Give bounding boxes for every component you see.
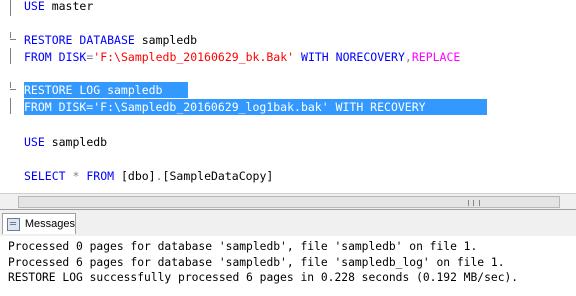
code-token: RESTORE bbox=[24, 33, 73, 47]
scrollbar-grip-icon bbox=[468, 200, 480, 206]
code-token: sampledb bbox=[134, 33, 198, 47]
message-line: Processed 0 pages for database 'sampledb… bbox=[8, 240, 478, 253]
results-tabbar: Messages bbox=[0, 209, 576, 237]
message-line: RESTORE LOG successfully processed 6 pag… bbox=[8, 271, 519, 284]
code-token: FROM bbox=[86, 169, 115, 183]
messages-pane[interactable]: Processed 0 pages for database 'sampledb… bbox=[0, 236, 576, 296]
code-token: sampledb bbox=[44, 135, 108, 149]
code-token: master bbox=[44, 0, 94, 13]
code-token: 'F:\Sampledb_20160629_bk.Bak' bbox=[93, 50, 295, 64]
code-token: . bbox=[155, 169, 163, 183]
outline-line bbox=[10, 0, 11, 16]
code-token: [SampleDataCopy] bbox=[162, 169, 274, 183]
tab-messages-label: Messages bbox=[24, 218, 75, 230]
code-token: WITH bbox=[301, 50, 329, 64]
message-line: Processed 6 pages for database 'sampledb… bbox=[8, 256, 505, 269]
code-token: RESTORE LOG sampledb bbox=[24, 83, 170, 97]
code-token: REPLACE bbox=[411, 50, 461, 64]
code-line-from-disk-log-selected[interactable]: FROM DISK='F:\Sampledb_20160629_log1bak.… bbox=[24, 99, 487, 115]
collapse-marker[interactable] bbox=[10, 82, 16, 98]
code-line-restore-db[interactable]: RESTORE DATABASE sampledb bbox=[24, 32, 197, 48]
outline-line bbox=[10, 98, 11, 114]
collapse-marker[interactable] bbox=[10, 32, 16, 48]
code-token: DATABASE bbox=[79, 33, 135, 47]
tab-messages[interactable]: Messages bbox=[2, 213, 76, 234]
code-token: FROM DISK='F:\Sampledb_20160629_log1bak.… bbox=[24, 100, 426, 114]
code-token: , bbox=[404, 50, 412, 64]
code-token: SELECT bbox=[24, 169, 66, 183]
code-token: USE bbox=[24, 135, 45, 149]
code-token: USE bbox=[24, 0, 45, 13]
code-token: [dbo] bbox=[114, 169, 156, 183]
code-line-select[interactable]: SELECT * FROM [dbo].[SampleDataCopy] bbox=[24, 168, 273, 184]
code-line-restore-log-selected[interactable]: RESTORE LOG sampledb bbox=[24, 82, 188, 98]
messages-icon bbox=[7, 217, 20, 231]
code-token: DISK bbox=[58, 50, 87, 64]
code-token: NORECOVERY bbox=[335, 50, 405, 64]
code-line-use-sampledb[interactable]: USE sampledb bbox=[24, 134, 107, 150]
horizontal-scrollbar[interactable] bbox=[0, 193, 576, 209]
code-token: FROM bbox=[24, 50, 52, 64]
outline-line bbox=[10, 48, 11, 64]
code-line-from-disk-bak[interactable]: FROM DISK='F:\Sampledb_20160629_bk.Bak' … bbox=[24, 49, 460, 65]
code-line-use-master[interactable]: USE master bbox=[24, 0, 93, 14]
query-editor[interactable]: USE master RESTORE DATABASE sampledb FRO… bbox=[0, 0, 576, 193]
scrollbar-thumb[interactable] bbox=[18, 196, 560, 208]
